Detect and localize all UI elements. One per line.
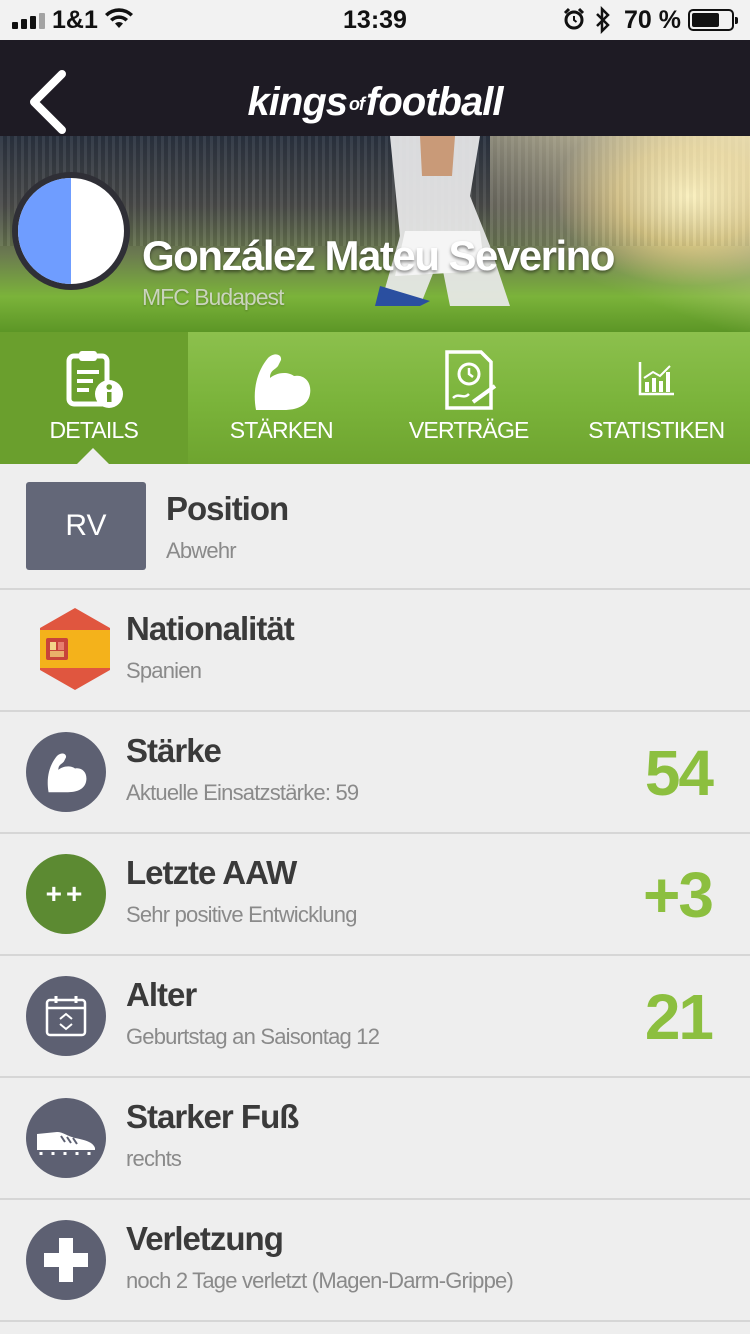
logo-of: of (349, 93, 365, 114)
list-item-strength: Stärke Aktuelle Einsatzstärke: 59 54 (0, 712, 750, 834)
aaw-value: +3 (643, 859, 714, 931)
strength-title: Stärke (126, 732, 222, 769)
list-item-nationality: Nationalität Spanien (0, 590, 750, 712)
contract-icon (445, 350, 496, 410)
list-item-age: Alter Geburtstag an Saisontag 12 21 (0, 956, 750, 1078)
battery-percent: 70 % (624, 6, 681, 34)
tab-staerken[interactable]: STÄRKEN (188, 332, 376, 464)
list-item-strong-foot: Starker Fuß rechts (0, 1078, 750, 1200)
muscle-icon (47, 753, 87, 793)
foot-title: Starker Fuß (126, 1098, 299, 1135)
strength-badge (26, 732, 106, 812)
age-value: 21 (644, 981, 714, 1053)
details-list: RV Position Abwehr Nationalität Spanien (0, 464, 750, 1322)
injury-cross-icon (44, 1238, 88, 1282)
list-item-injury: Verletzung noch 2 Tage verletzt (Magen-D… (0, 1200, 750, 1322)
navbar: kings offootball (0, 40, 750, 136)
logo-football: football (366, 80, 503, 124)
position-title: Position (166, 490, 289, 527)
aaw-badge-text: ++ (45, 878, 87, 909)
battery-icon (688, 9, 738, 31)
app-logo: kings offootball (0, 80, 750, 125)
foot-sub: rechts (126, 1146, 182, 1171)
boot-icon (37, 1132, 95, 1155)
logo-kings: kings (247, 80, 348, 124)
foot-badge (26, 1098, 106, 1178)
age-sub: Geburtstag an Saisontag 12 (126, 1024, 380, 1049)
tab-bar: DETAILS STÄRKEN VERTRÄGE STATISTIKEN (0, 332, 750, 464)
chart-icon (639, 362, 675, 396)
strength-value: 54 (644, 737, 714, 809)
age-badge (26, 976, 106, 1056)
bluetooth-icon (594, 5, 612, 41)
strength-sub: Aktuelle Einsatzstärke: 59 (126, 780, 359, 805)
injury-title: Verletzung (126, 1220, 284, 1257)
age-title: Alter (126, 976, 197, 1013)
tab-details[interactable]: DETAILS (0, 332, 188, 464)
nationality-title: Nationalität (126, 610, 295, 647)
details-icon (66, 351, 123, 408)
injury-sub: noch 2 Tage verletzt (Magen-Darm-Grippe) (126, 1268, 514, 1293)
injury-badge (26, 1220, 106, 1300)
tab-statistiken[interactable]: STATISTIKEN (563, 332, 750, 464)
tab-statistiken-label: STATISTIKEN (588, 417, 725, 443)
muscle-icon (254, 354, 311, 410)
club-logo (12, 172, 130, 290)
alarm-icon (562, 7, 586, 38)
tab-vertraege[interactable]: VERTRÄGE (375, 332, 563, 464)
list-item-position: RV Position Abwehr (0, 464, 750, 590)
status-bar: 1&1 13:39 70 % (0, 0, 750, 40)
calendar-icon (45, 996, 87, 1037)
aaw-sub: Sehr positive Entwicklung (126, 902, 357, 927)
nationality-value: Spanien (126, 658, 202, 683)
tab-details-label: DETAILS (49, 417, 139, 443)
tab-staerken-label: STÄRKEN (229, 417, 334, 443)
position-badge: RV (26, 482, 146, 570)
player-name: González Mateu Severino (142, 232, 615, 279)
aaw-title: Letzte AAW (126, 854, 297, 891)
player-photo (375, 136, 510, 306)
tab-vertraege-label: VERTRÄGE (408, 417, 530, 443)
player-club[interactable]: MFC Budapest (142, 284, 284, 311)
list-item-last-aaw: ++ Letzte AAW Sehr positive Entwicklung … (0, 834, 750, 956)
aaw-badge: ++ (26, 854, 106, 934)
position-value: Abwehr (166, 538, 237, 563)
spain-flag-icon (40, 608, 110, 690)
